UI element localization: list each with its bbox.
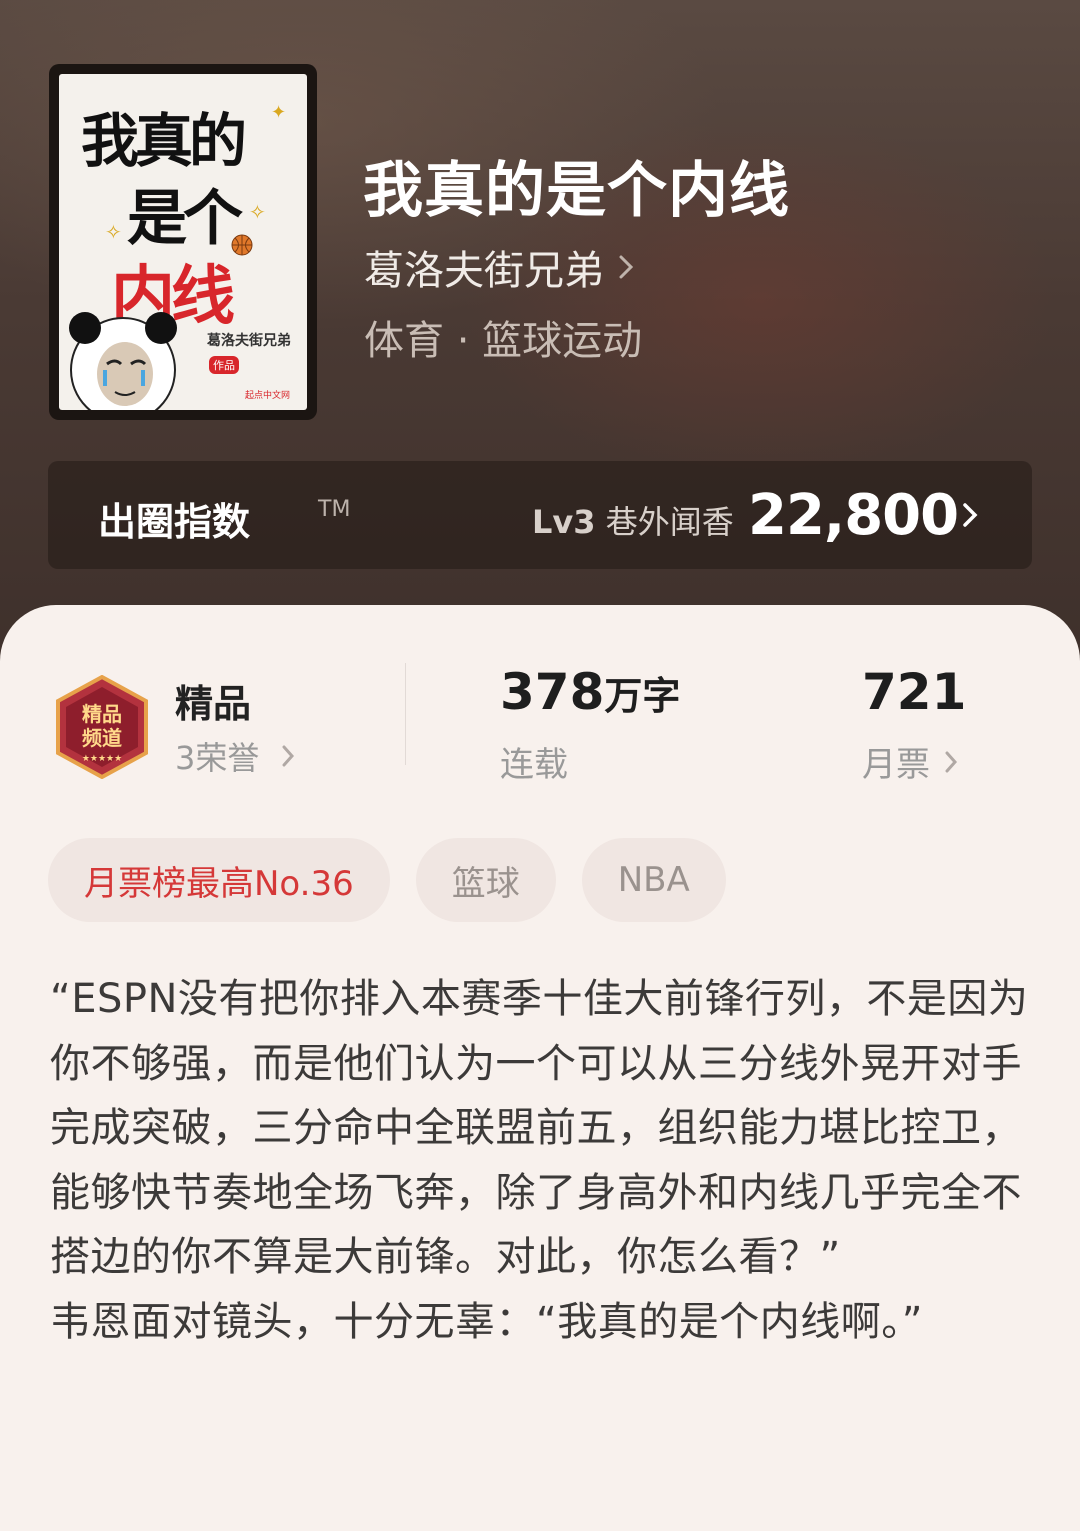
author-name: 葛洛夫街兄弟 xyxy=(364,248,604,294)
quality-title: 精品 xyxy=(175,682,252,726)
svg-text:精品: 精品 xyxy=(82,702,122,726)
tag-list: 月票榜最高No.36 篮球 NBA xyxy=(48,838,726,922)
tag-basketball[interactable]: 篮球 xyxy=(415,838,556,922)
cover-tag: 作品 xyxy=(209,356,239,374)
honors-count: 3荣誉 xyxy=(175,739,260,777)
monthly-votes-link[interactable]: 月票 xyxy=(862,737,958,786)
tag-rank[interactable]: 月票榜最高No.36 xyxy=(48,838,390,922)
cover-publisher: 起点中文网 xyxy=(245,391,291,401)
book-cover[interactable]: ✦ ✧ ✧ 我真的 是个 内线 葛洛夫街兄弟 作品 起点中文网 xyxy=(49,64,317,420)
chevron-right-icon xyxy=(619,255,634,279)
svg-text:频道: 频道 xyxy=(82,726,122,750)
cover-author: 葛洛夫街兄弟 xyxy=(207,333,291,349)
monthly-votes-count: 721 xyxy=(862,663,967,721)
word-count: 378万字 xyxy=(500,663,680,721)
cover-title-line1: 我真的 xyxy=(81,107,247,175)
monthly-votes-label: 月票 xyxy=(862,745,930,785)
popularity-index-bar[interactable]: 出圈指数 TM Lv3 巷外闻香 22,800 xyxy=(48,461,1032,569)
author-link[interactable]: 葛洛夫街兄弟 xyxy=(364,238,634,296)
book-synopsis[interactable]: “ESPN没有把你排入本赛季十佳大前锋行列，不是因为你不够强，而是他们认为一个可… xyxy=(50,967,1040,1355)
chevron-right-icon xyxy=(963,503,978,527)
honors-link[interactable]: 3荣誉 xyxy=(175,733,295,779)
cover-art: ✦ ✧ ✧ 我真的 是个 内线 葛洛夫街兄弟 作品 起点中文网 xyxy=(59,74,307,410)
book-title: 我真的是个内线 xyxy=(363,156,790,226)
divider xyxy=(405,663,406,765)
index-value: 22,800 xyxy=(748,483,959,548)
panda-meme-icon xyxy=(69,312,177,410)
synopsis-paragraph: 韦恩面对镜头，十分无辜：“我真的是个内线啊。” xyxy=(50,1298,923,1345)
chevron-right-icon xyxy=(282,745,295,767)
synopsis-paragraph: “ESPN没有把你排入本赛季十佳大前锋行列，不是因为你不够强，而是他们认为一个可… xyxy=(50,976,1029,1281)
level-code: Lv3 xyxy=(532,503,596,541)
basketball-icon xyxy=(231,234,253,256)
index-level: Lv3 巷外闻香 xyxy=(532,497,734,543)
word-count-number: 378 xyxy=(500,663,605,721)
word-count-unit: 万字 xyxy=(604,674,681,718)
book-header: ✦ ✧ ✧ 我真的 是个 内线 葛洛夫街兄弟 作品 起点中文网 我真的是个内线 … xyxy=(0,0,1080,680)
serial-status: 连载 xyxy=(500,745,568,785)
genre-label[interactable]: 体育 · 篮球运动 xyxy=(364,308,642,366)
svg-text:★★★★★: ★★★★★ xyxy=(82,754,122,764)
book-info-card: 精品 频道 ★★★★★ 精品 3荣誉 378万字 连载 721 月票 月票榜最高… xyxy=(0,605,1080,1531)
index-label: 出圈指数 xyxy=(98,500,251,544)
level-name: 巷外闻香 xyxy=(605,503,734,541)
trademark-mark: TM xyxy=(318,497,351,522)
chevron-right-icon xyxy=(945,751,958,772)
premium-channel-badge-icon[interactable]: 精品 频道 ★★★★★ xyxy=(50,675,154,779)
tag-nba[interactable]: NBA xyxy=(581,838,726,922)
